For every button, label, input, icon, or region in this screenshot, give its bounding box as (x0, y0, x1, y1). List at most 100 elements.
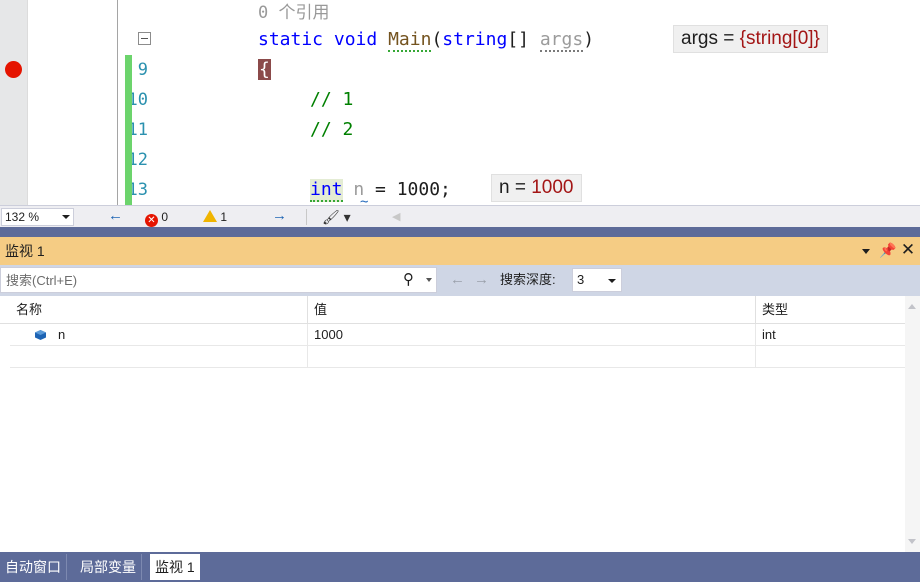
code-line-9[interactable]: 9 { (28, 55, 920, 85)
line-number: 10 (127, 90, 148, 110)
search-depth-value: 3 (577, 272, 585, 287)
zoom-level: 132 % (5, 210, 40, 224)
code-line-10[interactable]: 10 // 1 (28, 85, 920, 115)
back-arrow-icon[interactable]: ← (108, 208, 123, 225)
datatip-value: {string[0]} (739, 28, 820, 49)
watch-title-bar[interactable]: 监视 1 📌 ✕ (0, 237, 920, 265)
watch-title: 监视 1 (5, 243, 45, 259)
current-statement-brace: { (258, 59, 271, 80)
watch-name-cell[interactable]: n (10, 324, 308, 346)
method-name: Main (388, 29, 432, 52)
scroll-down-icon[interactable] (908, 539, 916, 544)
vertical-scrollbar[interactable] (905, 296, 920, 552)
changed-marker (125, 145, 132, 175)
error-count-text: 0 (161, 210, 169, 224)
datatip-value: 1000 (531, 177, 574, 198)
scroll-up-icon[interactable] (908, 304, 916, 309)
paren: ) (583, 29, 595, 50)
code-text[interactable]: { (258, 55, 271, 85)
paren: ( (431, 29, 443, 50)
watch-toolbar: ⚲ ← → 搜索深度: 3 (0, 265, 920, 296)
comment[interactable]: // 2 (310, 115, 353, 145)
code-line-8[interactable]: 8 static void Main(string[] args) args =… (28, 25, 920, 55)
watch-name: n (58, 327, 66, 342)
search-previous-icon[interactable]: ← (450, 270, 465, 290)
tab-watch-1[interactable]: 监视 1 (150, 554, 200, 580)
warning-icon (203, 210, 217, 222)
watch-value-cell[interactable]: 1000 (308, 324, 756, 346)
parameter-name: args (539, 29, 584, 52)
chevron-down-icon[interactable] (426, 278, 432, 282)
chevron-down-icon (62, 215, 70, 219)
datatip-name: args = (681, 28, 740, 49)
warning-count[interactable]: 1 (203, 209, 227, 225)
line-number: 12 (127, 150, 148, 170)
watch-grid: 名称 值 类型 n 1000 int (0, 296, 905, 552)
close-icon[interactable]: ✕ (900, 241, 916, 258)
error-icon: ✕ (145, 214, 158, 227)
keyword: string (442, 29, 508, 50)
watch-type-cell: int (762, 327, 776, 342)
changed-marker (125, 55, 132, 85)
watch-window: 监视 1 📌 ✕ ⚲ ← → 搜索深度: 3 名称 值 类型 (0, 237, 920, 552)
window-position-icon[interactable] (862, 249, 870, 254)
column-header-name[interactable]: 名称 (10, 296, 308, 324)
column-header-type[interactable]: 类型 (756, 296, 905, 324)
grid-header: 名称 值 类型 (0, 296, 905, 324)
assignment: = 1000; (364, 179, 451, 200)
watch-name-cell[interactable] (10, 346, 308, 368)
changed-marker (125, 85, 132, 115)
comment[interactable]: // 1 (310, 85, 353, 115)
debug-tab-bar: 自动窗口 局部变量 监视 1 (0, 552, 920, 582)
datatip-name: n = (499, 177, 532, 198)
keyword: int (310, 179, 343, 202)
code-text[interactable]: static void Main(string[] args) (258, 25, 594, 55)
separator (306, 209, 307, 225)
collapse-icon[interactable] (138, 32, 151, 45)
breakpoint-margin[interactable] (0, 0, 28, 205)
datatip-n[interactable]: n = 1000 (491, 174, 582, 202)
panel-splitter[interactable] (0, 227, 920, 237)
watch-row-empty[interactable] (10, 346, 905, 368)
codelens-line: 0 个引用 (28, 0, 920, 28)
tab-autos[interactable]: 自动窗口 (0, 554, 67, 580)
brackets: [] (507, 29, 529, 50)
search-depth-dropdown[interactable]: 3 (572, 268, 622, 292)
search-box[interactable]: ⚲ (0, 267, 437, 293)
datatip-args[interactable]: args = {string[0]} (673, 25, 828, 53)
watch-row[interactable]: n 1000 int (10, 324, 905, 346)
search-icon[interactable]: ⚲ (403, 270, 414, 288)
line-number: 11 (127, 120, 148, 140)
code-text[interactable]: int n = 1000; (310, 175, 451, 205)
squiggle-icon: ~ (360, 194, 369, 205)
search-input[interactable] (6, 271, 386, 289)
code-cleanup-icon[interactable]: 🖌 ▾ (322, 209, 351, 225)
scroll-left-icon[interactable]: ◀ (392, 209, 400, 225)
code-line-11[interactable]: 11 // 2 (28, 115, 920, 145)
watch-value-cell[interactable] (308, 346, 756, 368)
keyword: static (258, 29, 324, 50)
search-next-icon[interactable]: → (474, 270, 489, 290)
line-number: 13 (127, 180, 148, 200)
watch-type-cell (756, 346, 905, 368)
column-header-value[interactable]: 值 (308, 296, 756, 324)
code-line-13[interactable]: 13 int n = 1000; ~ n = 1000 (28, 174, 920, 205)
line-number: 9 (137, 60, 148, 80)
code-line-12[interactable]: 12 (28, 145, 920, 175)
warning-count-text: 1 (220, 210, 228, 224)
keyword: void (333, 29, 378, 50)
breakpoint-icon[interactable] (5, 61, 22, 78)
forward-arrow-icon[interactable]: → (272, 208, 287, 225)
search-depth-label: 搜索深度: (500, 272, 556, 287)
changed-marker (125, 175, 132, 205)
changed-marker (125, 115, 132, 145)
pin-icon[interactable]: 📌 (879, 242, 896, 258)
code-editor[interactable]: 0 个引用 8 static void Main(string[] args) … (0, 0, 920, 205)
error-count[interactable]: ✕ 0 (145, 209, 169, 227)
editor-status-bar: 132 % ← ✕ 0 1 → 🖌 ▾ ◀ (0, 205, 920, 227)
tab-locals[interactable]: 局部变量 (75, 554, 142, 580)
field-icon (35, 330, 46, 340)
zoom-dropdown[interactable]: 132 % (1, 208, 74, 226)
chevron-down-icon (608, 279, 616, 283)
codelens-references[interactable]: 0 个引用 (258, 0, 329, 28)
